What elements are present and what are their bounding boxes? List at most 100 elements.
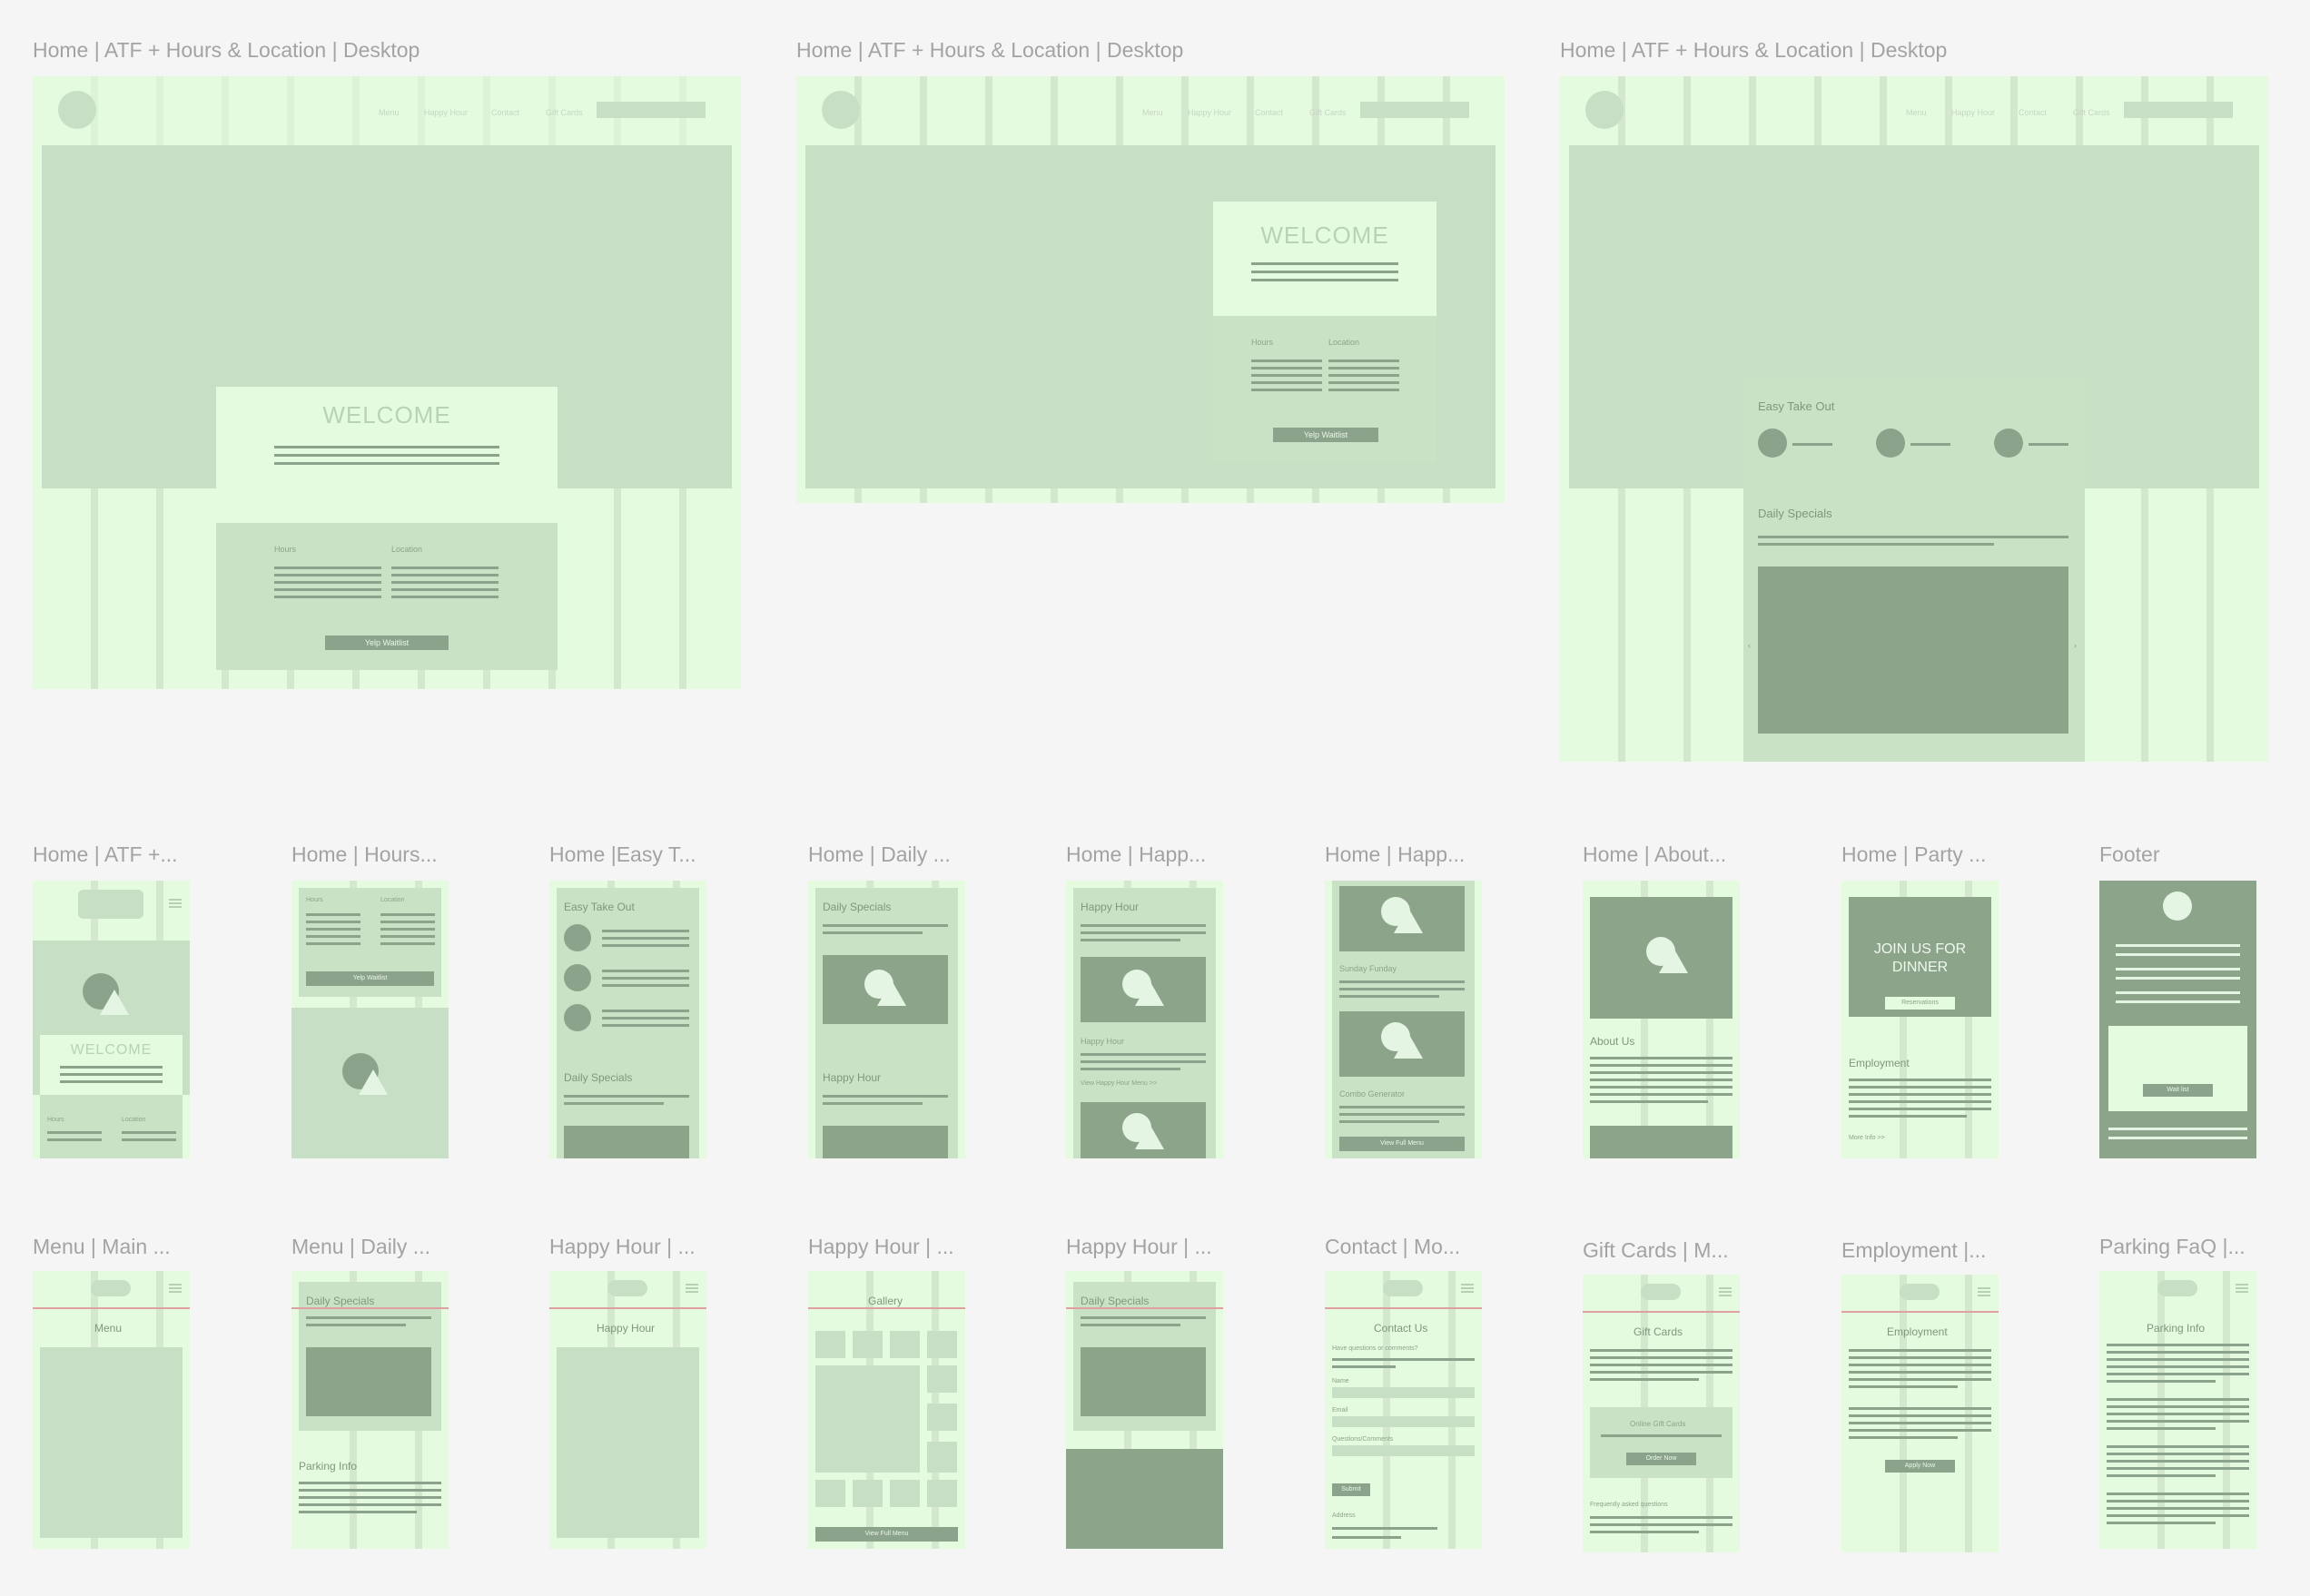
frame-happy-hour-gallery[interactable]: Gallery View Full Menu	[808, 1271, 965, 1549]
text-line	[1590, 1079, 1732, 1081]
frame-label: Employment |...	[1841, 1238, 1987, 1262]
logo[interactable]	[2157, 1280, 2197, 1296]
frame-mobile-hours[interactable]: Hours Location Yelp Waitlist	[291, 881, 449, 1158]
text-line	[1849, 1364, 1991, 1366]
takeout-icon[interactable]	[1994, 429, 2023, 458]
submit-button[interactable]: Submit	[1332, 1483, 1370, 1496]
frame-menu-daily[interactable]: Daily Specials Parking Info	[291, 1271, 449, 1549]
frame-mobile-atf[interactable]: WELCOME Hours Location	[33, 881, 190, 1158]
hamburger-icon[interactable]	[1461, 1284, 1474, 1286]
frame-menu-main[interactable]: Menu	[33, 1271, 190, 1549]
gallery-tile[interactable]	[815, 1331, 845, 1358]
nav-button[interactable]	[2124, 102, 2233, 118]
questions-comments-field[interactable]	[1332, 1445, 1475, 1456]
gallery-tile[interactable]	[890, 1480, 920, 1507]
frame-happy-hour-daily[interactable]: Daily Specials	[1066, 1271, 1223, 1549]
location-label: Location	[391, 545, 423, 554]
logo[interactable]	[822, 91, 860, 129]
hamburger-icon[interactable]	[686, 1284, 698, 1286]
gallery-tile[interactable]	[927, 1404, 957, 1431]
frame-mobile-happy-hour[interactable]: Happy Hour Happy Hour View Happy Hour Me…	[1066, 881, 1223, 1158]
wait-list-button[interactable]: Wait list	[2143, 1084, 2213, 1097]
nav-button[interactable]	[597, 102, 706, 118]
gallery-tile[interactable]	[927, 1442, 957, 1473]
nav-gift-cards[interactable]: Gift Cards	[546, 108, 583, 117]
logo[interactable]	[1383, 1280, 1423, 1296]
frame-desktop-home-1[interactable]: Menu Happy Hour Contact Gift Cards WELCO…	[33, 76, 741, 689]
takeout-icon[interactable]	[564, 1004, 591, 1031]
takeout-icon[interactable]	[564, 964, 591, 991]
frame-footer[interactable]: Wait list	[2099, 881, 2256, 1158]
frame-mobile-easy-takeout[interactable]: Easy Take Out Daily Specials	[549, 881, 706, 1158]
view-happy-hour-menu-link[interactable]: View Happy Hour Menu >>	[1081, 1080, 1157, 1087]
frame-employment[interactable]: Employment Apply Now	[1841, 1275, 1999, 1552]
gallery-tile[interactable]	[927, 1331, 957, 1358]
nav-button[interactable]	[1360, 102, 1469, 118]
logo[interactable]	[78, 890, 143, 919]
frame-happy-hour-main[interactable]: Happy Hour	[549, 1271, 706, 1549]
logo[interactable]	[1900, 1284, 1940, 1300]
gallery-tile[interactable]	[853, 1480, 883, 1507]
welcome-heading: WELCOME	[70, 1042, 153, 1058]
gallery-tile[interactable]	[927, 1480, 957, 1507]
frame-desktop-home-2[interactable]: Menu Happy Hour Contact Gift Cards WELCO…	[796, 76, 1505, 503]
logo[interactable]	[1585, 91, 1624, 129]
frame-contact[interactable]: Contact Us Have questions or comments? N…	[1325, 1271, 1482, 1549]
frame-label: Home | Hours...	[291, 842, 438, 866]
takeout-icon[interactable]	[564, 924, 591, 951]
hamburger-icon[interactable]	[169, 899, 182, 901]
nav-happy-hour[interactable]: Happy Hour	[1188, 108, 1231, 117]
frame-label: Home | Happ...	[1325, 842, 1466, 866]
gallery-tile[interactable]	[853, 1331, 883, 1358]
logo[interactable]	[1641, 1284, 1681, 1300]
email-field[interactable]	[1332, 1416, 1475, 1427]
nav-menu[interactable]: Menu	[1142, 108, 1163, 117]
hamburger-icon[interactable]	[169, 1284, 182, 1286]
hamburger-icon[interactable]	[1978, 1287, 1990, 1289]
order-now-button[interactable]: Order Now	[1626, 1453, 1696, 1465]
frame-gift-cards[interactable]: Gift Cards Online Gift Cards Order Now F…	[1583, 1275, 1740, 1552]
takeout-icon[interactable]	[1758, 429, 1787, 458]
frame-mobile-about[interactable]: About Us	[1583, 881, 1740, 1158]
logo[interactable]	[91, 1280, 131, 1296]
gallery-tile[interactable]	[890, 1331, 920, 1358]
nav-menu[interactable]: Menu	[1906, 108, 1927, 117]
carousel-prev-icon[interactable]: ‹	[1748, 641, 1751, 650]
frame-desktop-home-3[interactable]: Menu Happy Hour Contact Gift Cards Easy …	[1560, 76, 2268, 762]
yelp-waitlist-button[interactable]: Yelp Waitlist	[306, 971, 434, 986]
logo[interactable]	[58, 91, 96, 129]
nav-gift-cards[interactable]: Gift Cards	[1309, 108, 1347, 117]
more-info-link[interactable]: More Info >>	[1849, 1135, 1885, 1141]
text-line	[2107, 1398, 2249, 1401]
yelp-waitlist-button[interactable]: Yelp Waitlist	[325, 635, 449, 650]
nav-contact[interactable]: Contact	[1255, 108, 1283, 117]
nav-gift-cards[interactable]: Gift Cards	[2073, 108, 2110, 117]
yelp-waitlist-button[interactable]: Yelp Waitlist	[1273, 428, 1378, 442]
apply-now-button[interactable]: Apply Now	[1885, 1460, 1955, 1473]
frame-label: Footer	[2099, 842, 2160, 866]
nav-happy-hour[interactable]: Happy Hour	[1951, 108, 1995, 117]
frame-mobile-happy-hour-2[interactable]: Sunday Funday Combo Generator View Full …	[1325, 881, 1482, 1158]
carousel-next-icon[interactable]: ›	[2074, 641, 2077, 650]
gallery-tile[interactable]	[815, 1480, 845, 1507]
gallery-tile[interactable]	[927, 1365, 957, 1393]
text-line	[823, 1095, 948, 1098]
nav-contact[interactable]: Contact	[491, 108, 519, 117]
frame-mobile-party[interactable]: JOIN US FOR DINNER Reservations Employme…	[1841, 881, 1999, 1158]
nav-menu[interactable]: Menu	[379, 108, 400, 117]
reservations-button[interactable]: Reservations	[1885, 997, 1955, 1010]
nav-contact[interactable]: Contact	[2019, 108, 2047, 117]
frame-parking-faq[interactable]: Parking Info	[2099, 1271, 2256, 1549]
gallery-tile-large[interactable]	[815, 1365, 920, 1473]
footer-logo[interactable]	[2163, 892, 2192, 921]
view-full-menu-button[interactable]: View Full Menu	[815, 1527, 958, 1542]
nav-happy-hour[interactable]: Happy Hour	[424, 108, 468, 117]
logo[interactable]	[607, 1280, 647, 1296]
view-full-menu-button[interactable]: View Full Menu	[1339, 1137, 1465, 1151]
text-line	[306, 913, 360, 916]
takeout-icon[interactable]	[1876, 429, 1905, 458]
frame-mobile-daily-specials[interactable]: Daily Specials Happy Hour	[808, 881, 965, 1158]
hamburger-icon[interactable]	[2236, 1284, 2248, 1286]
name-field[interactable]	[1332, 1387, 1475, 1398]
hamburger-icon[interactable]	[1719, 1287, 1732, 1289]
